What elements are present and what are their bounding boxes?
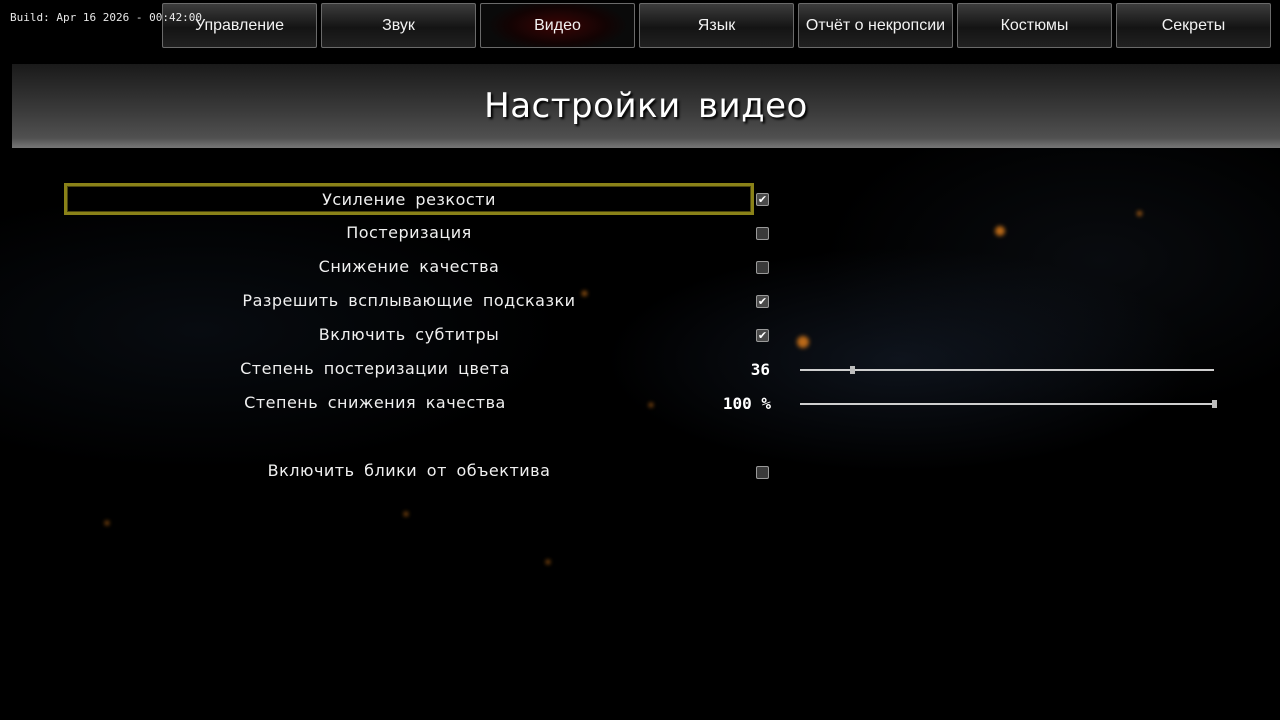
posterization-checkbox[interactable] <box>756 227 769 240</box>
subtitles-checkbox[interactable]: ✔ <box>756 329 769 342</box>
posterization-level-slider[interactable] <box>800 366 1214 374</box>
option-quality-reduction[interactable]: Снижение качества <box>64 250 754 282</box>
slider-handle[interactable] <box>850 366 856 374</box>
tab-video[interactable]: Видео <box>480 3 635 48</box>
option-lens-flare[interactable]: Включить блики от объектива <box>64 454 754 486</box>
title-bar: Настройки видео <box>12 64 1280 148</box>
ember <box>995 226 1005 236</box>
option-subtitles[interactable]: Включить субтитры <box>64 318 754 350</box>
checkmark-icon: ✔ <box>757 329 768 342</box>
checkmark-icon: ✔ <box>757 193 768 206</box>
build-info: Build: Apr 16 2026 - 00:42:00 <box>10 11 203 24</box>
quality-reduction-level-slider[interactable] <box>800 400 1217 408</box>
option-tooltips[interactable]: Разрешить всплывающие подсказки <box>64 284 754 316</box>
tab-secrets[interactable]: Секреты <box>1116 3 1271 48</box>
page-title: Настройки видео <box>484 86 808 126</box>
ember <box>105 521 109 525</box>
settings-tabs: Управление Звук Видео Язык Отчёт о некро… <box>162 3 1275 48</box>
slider-handle[interactable] <box>1212 400 1217 408</box>
sharpening-checkbox[interactable]: ✔ <box>756 193 769 206</box>
option-posterization[interactable]: Постеризация <box>64 216 754 248</box>
tab-controls[interactable]: Управление <box>162 3 317 48</box>
ember <box>404 512 408 516</box>
ember <box>546 560 550 564</box>
quality-reduction-level-value: 100 % <box>722 393 771 413</box>
checkmark-icon: ✔ <box>757 295 768 308</box>
quality-reduction-checkbox[interactable] <box>756 261 769 274</box>
posterization-level-value: 36 <box>750 359 770 379</box>
ember <box>1137 211 1142 216</box>
slider-label-posterization-level: Степень постеризации цвета <box>240 358 510 378</box>
option-sharpening[interactable]: Усиление резкости <box>64 183 754 215</box>
lens-flare-checkbox[interactable] <box>756 466 769 479</box>
tab-sound[interactable]: Звук <box>321 3 476 48</box>
ember <box>797 336 809 348</box>
tab-necropsy-report[interactable]: Отчёт о некропсии <box>798 3 953 48</box>
tab-costumes[interactable]: Костюмы <box>957 3 1112 48</box>
slider-label-quality-reduction-level: Степень снижения качества <box>244 392 506 412</box>
tooltips-checkbox[interactable]: ✔ <box>756 295 769 308</box>
ember <box>649 403 653 407</box>
tab-language[interactable]: Язык <box>639 3 794 48</box>
